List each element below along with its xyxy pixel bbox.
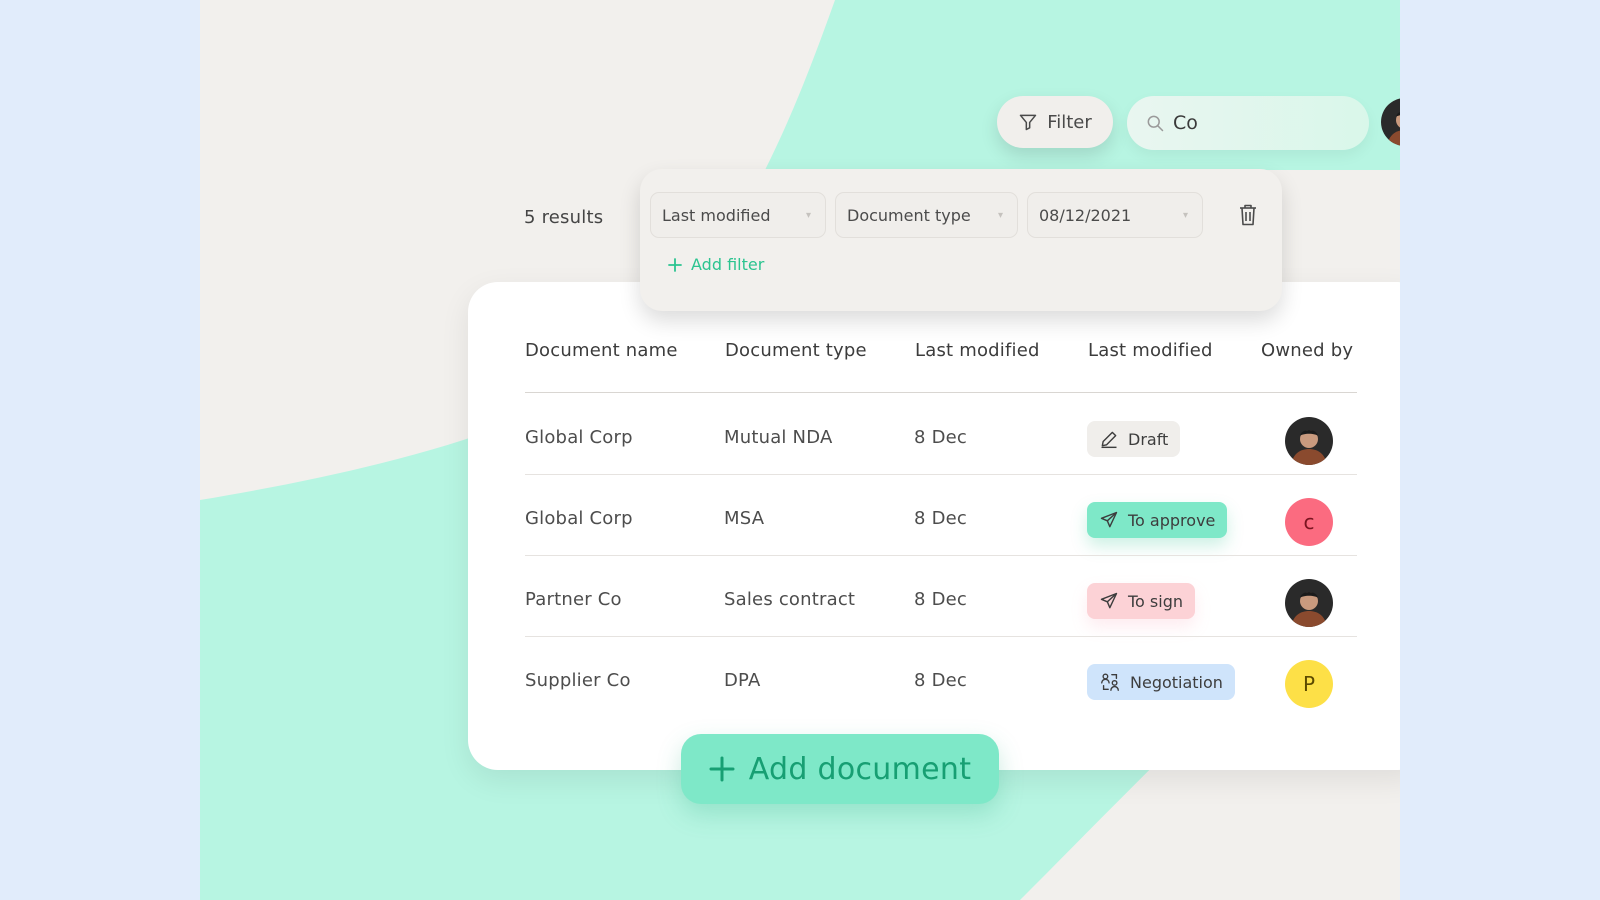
filter-select-value: Last modified (662, 205, 771, 225)
document-type: DPA (724, 670, 761, 691)
last-modified: 8 Dec (914, 427, 968, 448)
filter-select-value: Document type (847, 205, 971, 225)
send-icon (1100, 511, 1118, 528)
plus-icon (709, 756, 735, 782)
document-type: MSA (724, 508, 765, 529)
search-value: Co (1173, 112, 1198, 134)
app-stage: Filter Co 5 results Document name Docume… (200, 0, 1400, 900)
owner-photo (1285, 579, 1333, 627)
owner-avatar[interactable] (1285, 417, 1333, 465)
table-row[interactable]: Global Corp Mutual NDA 8 Dec Draft (525, 393, 1357, 475)
filter-button[interactable]: Filter (997, 96, 1113, 148)
filter-icon (1019, 114, 1037, 131)
plus-icon (668, 257, 682, 272)
status-badge[interactable]: Negotiation (1087, 664, 1235, 700)
column-header-owned-by[interactable]: Owned by (1261, 340, 1353, 361)
table-row[interactable]: Global Corp MSA 8 Dec To approve c (525, 474, 1357, 556)
owner-initial: c (1303, 510, 1315, 534)
owner-avatar[interactable]: c (1285, 498, 1333, 546)
document-type: Mutual NDA (724, 427, 833, 448)
document-name: Global Corp (525, 508, 633, 529)
status-badge[interactable]: Draft (1087, 421, 1181, 457)
status-badge[interactable]: To sign (1087, 583, 1196, 619)
owner-avatar[interactable]: P (1285, 660, 1333, 708)
document-name: Partner Co (525, 589, 622, 610)
filter-select-value: 08/12/2021 (1039, 205, 1132, 225)
search-icon (1147, 115, 1164, 132)
chevron-down-icon: ▾ (1182, 210, 1188, 221)
results-count: 5 results (524, 207, 604, 228)
filter-select-date[interactable]: 08/12/2021 ▾ (1027, 192, 1203, 238)
filter-panel: Last modified ▾ Document type ▾ 08/12/20… (640, 169, 1282, 311)
send-icon (1100, 592, 1118, 609)
filter-select-last-modified[interactable]: Last modified ▾ (650, 192, 826, 238)
status-badge[interactable]: To approve (1087, 502, 1228, 538)
owner-photo (1285, 417, 1333, 465)
table-row[interactable]: Supplier Co DPA 8 Dec Negotiation P (525, 636, 1357, 718)
filter-select-document-type[interactable]: Document type ▾ (835, 192, 1018, 238)
document-type: Sales contract (724, 589, 856, 610)
column-header-status[interactable]: Last modified (1088, 340, 1213, 361)
table-row[interactable]: Partner Co Sales contract 8 Dec To sign (525, 555, 1357, 637)
status-label: Draft (1128, 429, 1169, 449)
chevron-down-icon: ▾ (805, 210, 811, 221)
status-label: To approve (1128, 510, 1216, 530)
filter-button-label: Filter (1047, 111, 1092, 133)
documents-table-card: Document name Document type Last modifie… (468, 282, 1400, 770)
search-input[interactable]: Co (1127, 96, 1369, 150)
last-modified: 8 Dec (914, 589, 968, 610)
last-modified: 8 Dec (914, 670, 968, 691)
add-filter-link[interactable]: Add filter (668, 255, 764, 274)
document-name: Global Corp (525, 427, 633, 448)
column-header-document-type[interactable]: Document type (725, 340, 867, 361)
trash-icon[interactable] (1238, 203, 1258, 227)
status-label: Negotiation (1130, 672, 1223, 692)
last-modified: 8 Dec (914, 508, 968, 529)
add-filter-label: Add filter (691, 255, 765, 274)
pencil-icon (1101, 431, 1117, 449)
document-name: Supplier Co (525, 670, 631, 691)
column-header-last-modified[interactable]: Last modified (915, 340, 1040, 361)
chevron-down-icon: ▾ (997, 210, 1003, 221)
add-document-button[interactable]: Add document (681, 734, 999, 804)
owner-initial: P (1302, 672, 1316, 696)
owner-avatar[interactable] (1285, 579, 1333, 627)
status-label: To sign (1128, 591, 1184, 611)
add-document-label: Add document (748, 751, 972, 787)
users-swap-icon (1101, 673, 1119, 691)
column-header-document-name[interactable]: Document name (525, 340, 678, 361)
